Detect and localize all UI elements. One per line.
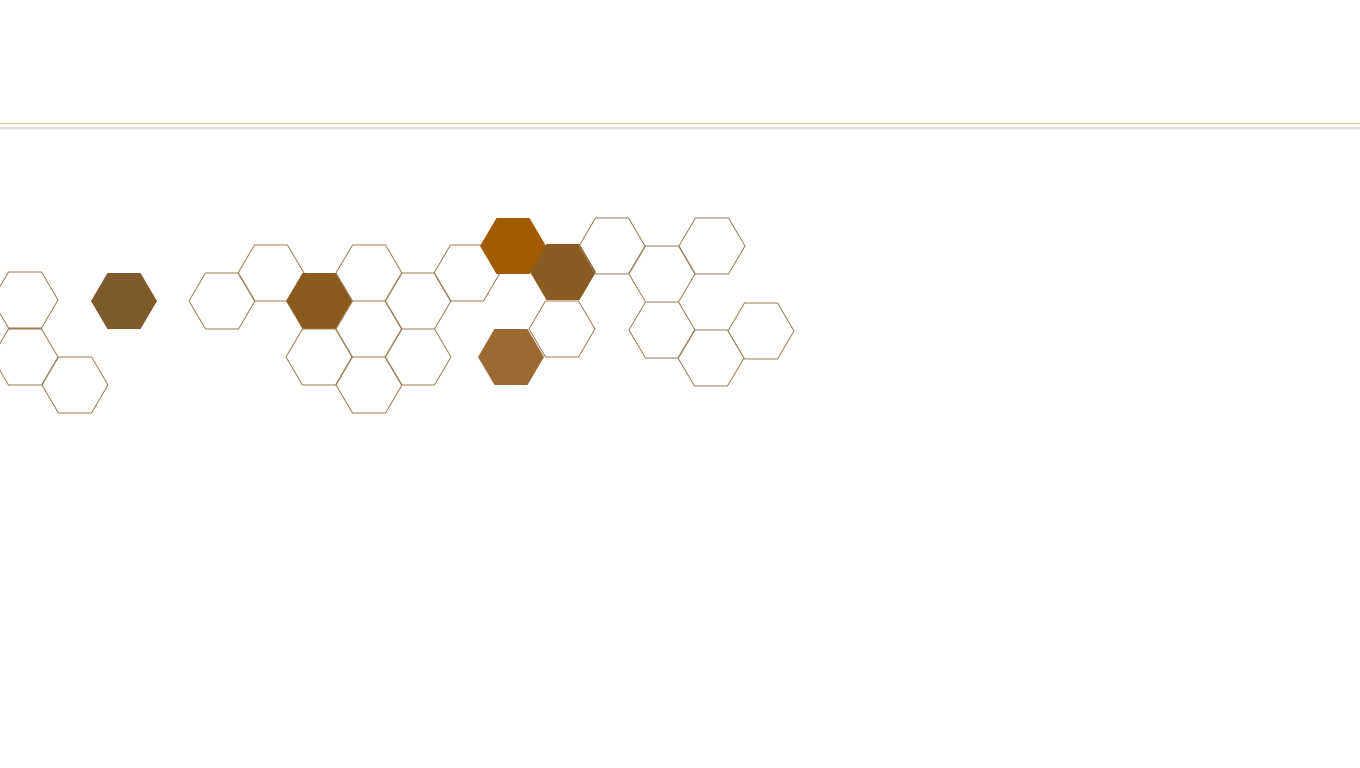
- hexagon-outline: [285, 328, 353, 386]
- honeycomb-decoration: [0, 217, 795, 414]
- hexagon-filled: [91, 273, 157, 329]
- hexagon-outline: [41, 356, 109, 414]
- hexagon-outline: [678, 217, 746, 275]
- hexagon-outline: [727, 302, 795, 360]
- hexagon-outline: [0, 328, 59, 386]
- hexagon-outline: [384, 272, 452, 330]
- hexagon-outline: [188, 272, 256, 330]
- hexagon-outline: [628, 245, 696, 303]
- hexagon-filled: [286, 273, 352, 329]
- hexagon-outline: [384, 328, 452, 386]
- slide-canvas: [0, 0, 1360, 768]
- hexagon-outline: [0, 271, 59, 329]
- hexagon-outline: [628, 301, 696, 359]
- hexagon-outline: [677, 329, 745, 387]
- hexagon-outline: [335, 356, 403, 414]
